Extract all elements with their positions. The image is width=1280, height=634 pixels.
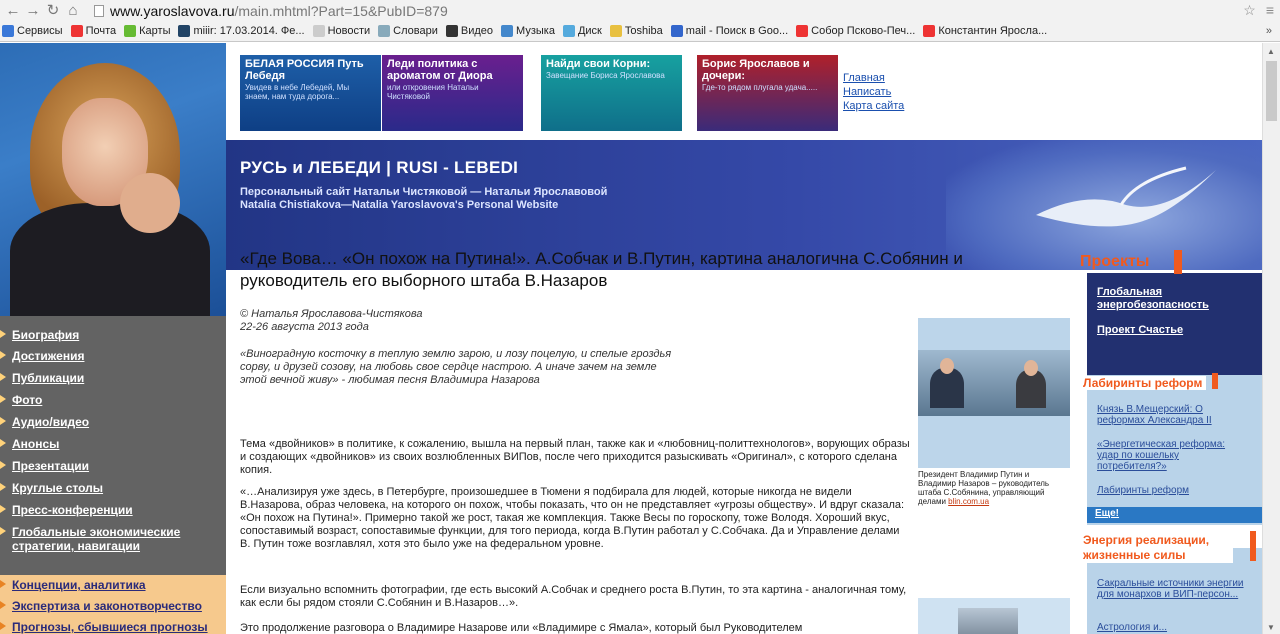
article-author: © Наталья Ярославова-Чистякова 22-26 авгу… bbox=[240, 308, 423, 333]
bookmark-sobor[interactable]: Собор Псково-Печ... bbox=[796, 25, 915, 37]
article-title: «Где Вова… «Он похож на Путина!». А.Собч… bbox=[240, 249, 963, 290]
site-title: РУСЬ и ЛЕБЕДИ | RUSI - LEBEDI bbox=[240, 158, 519, 177]
forward-icon[interactable]: → bbox=[24, 2, 42, 20]
video-icon bbox=[445, 25, 458, 37]
project-link-happiness[interactable]: Проект Счастье bbox=[1097, 324, 1183, 337]
site-subtitle-ru: Персональный сайт Натальи Чистяковой — Н… bbox=[240, 186, 608, 198]
bookmarks-bar: Сервисы Почта Карты miiir: 17.03.2014. Ф… bbox=[0, 21, 1280, 42]
bookmark-disk[interactable]: Диск bbox=[562, 25, 602, 37]
yandex-icon bbox=[796, 25, 809, 37]
banner-find-roots[interactable]: Найди свои Корни: Завещание Бориса Яросла… bbox=[541, 55, 682, 131]
energy-link-1[interactable]: Сакральные источники энергии для монархо… bbox=[1097, 578, 1247, 600]
nav-achievements[interactable]: Достижения bbox=[0, 349, 84, 363]
dict-icon bbox=[378, 25, 391, 37]
link-write[interactable]: Написать bbox=[843, 85, 904, 99]
caption-link[interactable]: blin.com.ua bbox=[948, 497, 989, 506]
web-page: Биография Достижения Публикации Фото Ауд… bbox=[0, 43, 1262, 634]
bookmark-google[interactable]: mail - Поиск в Goo... bbox=[670, 25, 788, 37]
site-subtitle-en: Natalia Chistiakova—Natalia Yaroslavova'… bbox=[240, 199, 559, 211]
bookmark-music[interactable]: Музыка bbox=[501, 25, 555, 37]
link-home[interactable]: Главная bbox=[843, 71, 904, 85]
vertical-scrollbar[interactable]: ▲ ▼ bbox=[1262, 43, 1280, 634]
banner-boris[interactable]: Борис Ярославов и дочери: Где-то рядом пл… bbox=[697, 55, 838, 131]
nav-publications[interactable]: Публикации bbox=[0, 371, 84, 385]
maps-icon bbox=[124, 25, 137, 37]
energy-link-2[interactable]: Астрология и... bbox=[1097, 622, 1247, 633]
url-host: www.yaroslavova.ru bbox=[110, 2, 235, 19]
reforms-link-3[interactable]: Лабиринты реформ bbox=[1097, 485, 1247, 496]
nav-forecasts[interactable]: Прогнозы, сбывшиеся прогнозы bbox=[0, 620, 208, 634]
reforms-link-2[interactable]: «Энергетическая реформа: удар по кошельк… bbox=[1097, 439, 1247, 472]
article-photo-2 bbox=[918, 598, 1070, 634]
nav-round-tables[interactable]: Круглые столы bbox=[0, 481, 103, 495]
nav-announcements[interactable]: Анонсы bbox=[0, 437, 59, 451]
reload-icon[interactable]: ↻ bbox=[44, 2, 62, 20]
scroll-up-icon[interactable]: ▲ bbox=[1267, 47, 1275, 56]
folder-icon bbox=[609, 25, 622, 37]
page-icon bbox=[312, 25, 325, 37]
nav-presentations[interactable]: Презентации bbox=[0, 459, 89, 473]
bookmark-maps[interactable]: Карты bbox=[124, 25, 170, 37]
swan-icon bbox=[1036, 166, 1216, 227]
back-icon[interactable]: ← bbox=[4, 2, 22, 20]
reforms-marker bbox=[1212, 373, 1218, 389]
article-epigraph: «Виноградную косточку в теплую землю зар… bbox=[240, 348, 672, 386]
scroll-down-icon[interactable]: ▼ bbox=[1267, 623, 1275, 632]
music-icon bbox=[501, 25, 514, 37]
projects-marker bbox=[1174, 250, 1182, 274]
bookmark-video[interactable]: Видео bbox=[445, 25, 493, 37]
nav-global-strategies[interactable]: Глобальные экономические стратегии, нави… bbox=[0, 525, 215, 553]
project-link-energy[interactable]: Глобальная энергобезопасность bbox=[1097, 286, 1237, 312]
yandex-icon bbox=[70, 25, 83, 37]
more-button[interactable]: Еще! bbox=[1087, 507, 1262, 523]
reforms-title: Лабиринты реформ bbox=[1083, 376, 1207, 390]
reforms-link-1[interactable]: Князь В.Мещерский: О реформах Александра… bbox=[1097, 404, 1247, 426]
article: «Где Вова… «Он похож на Путина!». А.Собч… bbox=[240, 248, 1070, 634]
author-photo bbox=[0, 43, 226, 316]
energy-title: Энергия реализации, жизненные силы bbox=[1083, 533, 1233, 563]
bookmark-konstantin[interactable]: Константин Яросла... bbox=[923, 25, 1047, 37]
menu-icon[interactable]: ≡ bbox=[1266, 2, 1274, 19]
browser-toolbar: ← → ↻ ⌂ www.yaroslavova.ru/main.mhtml?Pa… bbox=[0, 0, 1280, 21]
user-icon bbox=[178, 25, 191, 37]
bookmark-miiir[interactable]: miiir: 17.03.2014. Фе... bbox=[178, 25, 305, 37]
article-paragraph: «…Анализируя уже здесь, в Петербурге, пр… bbox=[240, 486, 905, 550]
top-links: Главная Написать Карта сайта bbox=[843, 71, 904, 113]
article-paragraph: Если визуально вспомнить фотографии, где… bbox=[240, 584, 907, 609]
bookmark-toshiba[interactable]: Toshiba bbox=[609, 25, 663, 37]
nav-press-conferences[interactable]: Пресс-конференции bbox=[0, 503, 133, 517]
star-icon[interactable]: ☆ bbox=[1243, 2, 1256, 19]
nav-biography[interactable]: Биография bbox=[0, 328, 79, 342]
disk-icon bbox=[562, 25, 575, 37]
bookmarks-more-icon[interactable]: » bbox=[1266, 25, 1272, 37]
nav-photo[interactable]: Фото bbox=[0, 393, 42, 407]
article-photo bbox=[918, 318, 1070, 468]
nav-audio-video[interactable]: Аудио/видео bbox=[0, 415, 89, 429]
address-bar[interactable]: www.yaroslavova.ru/main.mhtml?Part=15&Pu… bbox=[94, 3, 448, 19]
projects-title: Проекты bbox=[1080, 253, 1150, 270]
link-sitemap[interactable]: Карта сайта bbox=[843, 99, 904, 113]
banner-lady-politics[interactable]: Леди политика с ароматом от Диора или отк… bbox=[382, 55, 523, 131]
yandex-icon bbox=[923, 25, 936, 37]
article-paragraph: Это продолжение разговора о Владимире На… bbox=[240, 622, 803, 634]
nav-expertise[interactable]: Экспертиза и законотворчество bbox=[0, 599, 202, 613]
bookmark-mail[interactable]: Почта bbox=[70, 25, 116, 37]
photo-caption: Президент Владимир Путин и Владимир Наза… bbox=[918, 470, 1050, 506]
energy-marker bbox=[1250, 531, 1256, 561]
nav-concepts[interactable]: Концепции, аналитика bbox=[0, 578, 146, 592]
apps-icon bbox=[2, 25, 14, 37]
bookmark-dict[interactable]: Словари bbox=[378, 25, 438, 37]
google-icon bbox=[670, 25, 683, 37]
url-path: /main.mhtml?Part=15&PubID=879 bbox=[234, 2, 448, 19]
bookmark-services[interactable]: Сервисы bbox=[2, 25, 63, 37]
page-icon bbox=[94, 4, 104, 17]
scroll-thumb[interactable] bbox=[1266, 61, 1277, 121]
bookmark-news[interactable]: Новости bbox=[312, 25, 370, 37]
home-icon[interactable]: ⌂ bbox=[64, 2, 82, 20]
banner-white-russia[interactable]: БЕЛАЯ РОССИЯ Путь Лебедя Увидев в небе Ле… bbox=[240, 55, 381, 131]
article-paragraph: Тема «двойников» в политике, к сожалению… bbox=[240, 438, 910, 476]
